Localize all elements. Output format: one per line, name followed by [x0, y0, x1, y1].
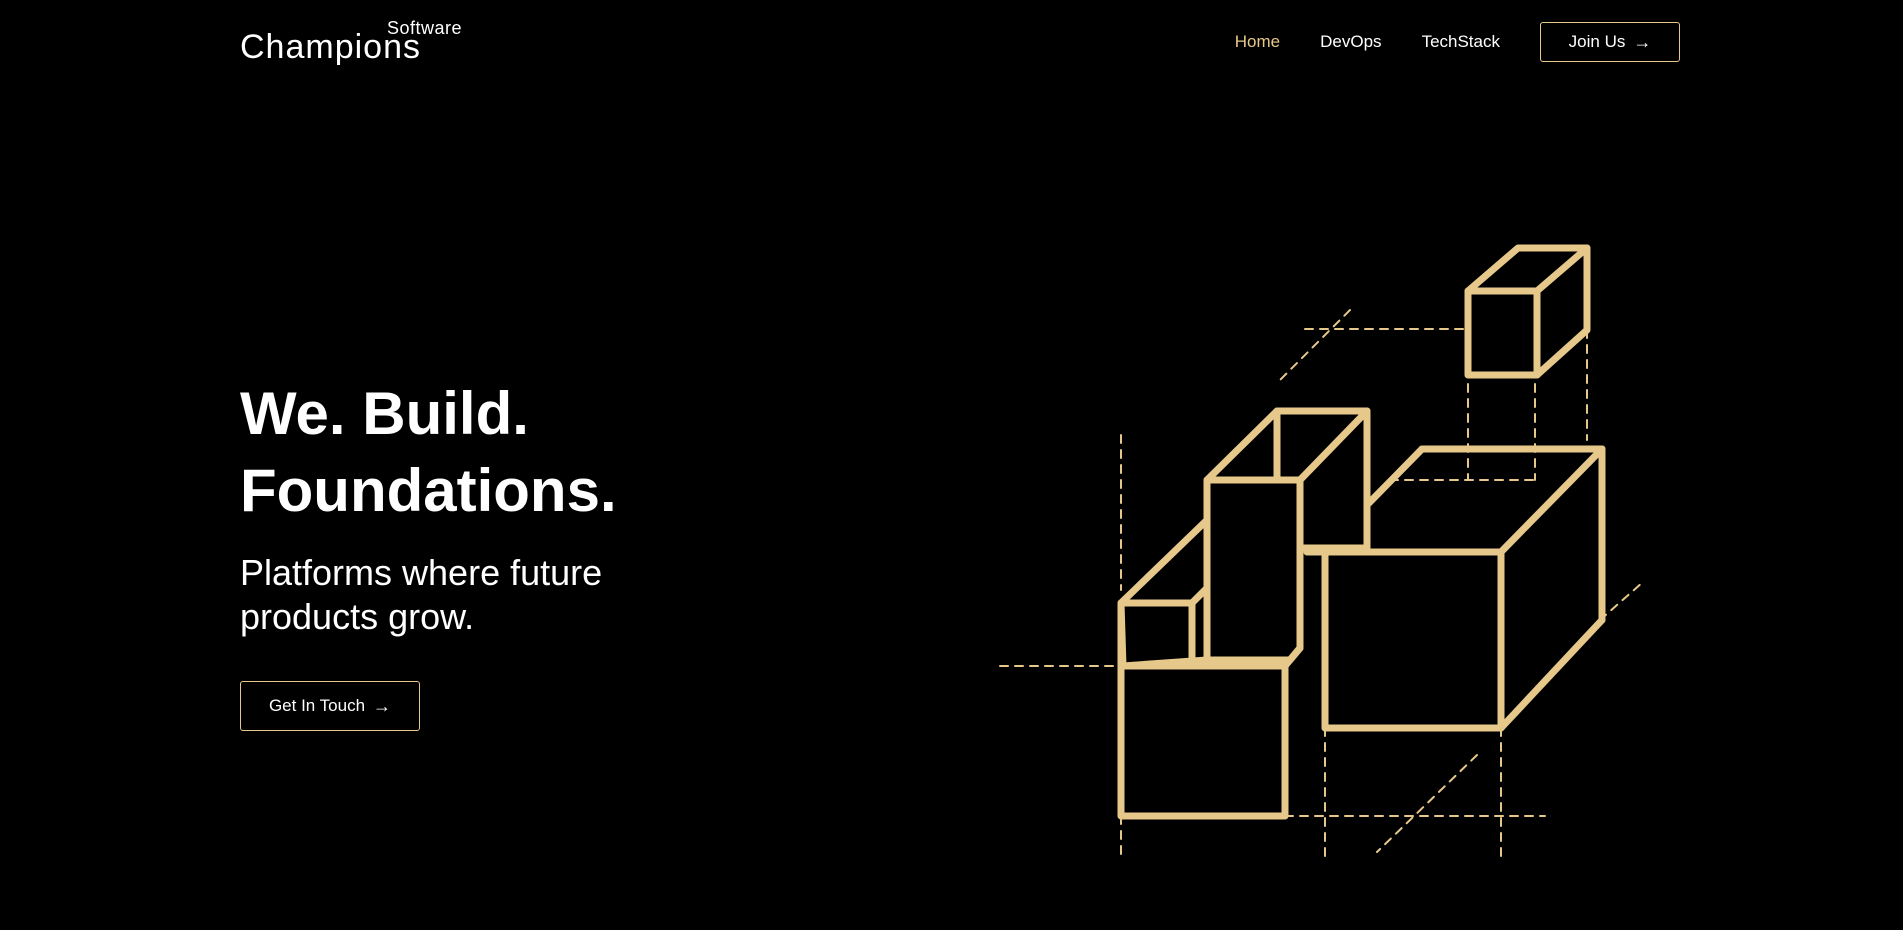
arrow-right-icon: →	[373, 695, 392, 716]
join-us-button[interactable]: Join Us →	[1540, 22, 1680, 62]
site-header: Software Champions Home DevOps TechStack…	[240, 0, 1680, 84]
nav-item-devops[interactable]: DevOps	[1320, 32, 1381, 52]
nav-item-home[interactable]: Home	[1235, 32, 1280, 52]
hero-title-line1: We. Build.	[240, 380, 529, 447]
join-us-label: Join Us	[1568, 32, 1626, 51]
hero-subtitle: Platforms where future products grow.	[240, 552, 603, 637]
hero-title-line2: Foundations.	[240, 457, 617, 524]
get-in-touch-button[interactable]: Get In Touch →	[240, 681, 420, 731]
arrow-right-icon: →	[1633, 31, 1652, 52]
landing-page: Software Champions Home DevOps TechStack…	[0, 0, 1903, 930]
logo-main-text: Champions	[240, 28, 421, 66]
nav-item-techstack[interactable]: TechStack	[1422, 32, 1500, 52]
get-in-touch-label: Get In Touch	[268, 696, 366, 715]
main-nav: Home DevOps TechStack Join Us →	[1235, 22, 1680, 62]
hero-title: We. Build. Foundations.	[240, 375, 617, 529]
isometric-boxes-illustration	[999, 244, 1644, 861]
logo[interactable]: Software Champions	[240, 18, 462, 66]
